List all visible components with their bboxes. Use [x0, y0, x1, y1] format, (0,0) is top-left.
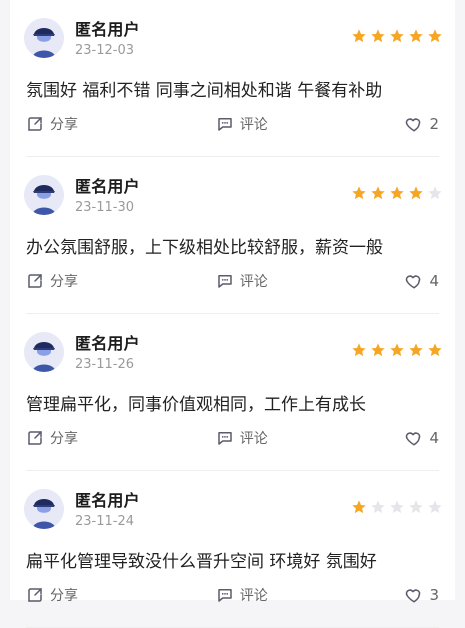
- username: 匿名用户: [75, 491, 140, 510]
- star-empty-icon: [428, 500, 442, 514]
- star-filled-icon: [371, 343, 385, 357]
- review-actions: 分享 评论 4: [26, 269, 439, 293]
- username: 匿名用户: [75, 20, 140, 39]
- review-content: 氛围好 福利不错 同事之间相处和谐 午餐有补助: [26, 81, 383, 101]
- avatar-icon[interactable]: [24, 489, 64, 529]
- review-card: 匿名用户 23-11-24 扁平化管理导致没什么晋升空间 环境好 氛围好 分享: [10, 471, 455, 628]
- star-empty-icon: [428, 186, 442, 200]
- review-date: 23-11-26: [75, 357, 135, 372]
- rating-stars: [351, 499, 443, 515]
- avatar-icon[interactable]: [24, 175, 64, 215]
- share-label: 分享: [50, 117, 78, 133]
- star-filled-icon: [352, 343, 366, 357]
- star-filled-icon: [428, 343, 442, 357]
- heart-icon: [406, 589, 421, 603]
- star-empty-icon: [390, 500, 404, 514]
- comment-label: 评论: [239, 274, 268, 290]
- review-content: 扁平化管理导致没什么晋升空间 环境好 氛围好: [26, 552, 377, 572]
- star-filled-icon: [390, 343, 404, 357]
- star-filled-icon: [371, 29, 385, 43]
- heart-icon: [406, 275, 421, 289]
- star-filled-icon: [371, 186, 385, 200]
- share-button[interactable]: 分享: [26, 114, 78, 134]
- star-empty-icon: [371, 500, 385, 514]
- share-label: 分享: [50, 274, 78, 290]
- star-filled-icon: [409, 29, 423, 43]
- share-icon: [28, 117, 42, 131]
- star-filled-icon: [409, 343, 423, 357]
- heart-icon: [406, 432, 421, 446]
- share-button[interactable]: 分享: [26, 271, 78, 291]
- star-filled-icon: [409, 186, 423, 200]
- like-button[interactable]: 4: [405, 272, 439, 290]
- comment-button[interactable]: 评论: [216, 114, 268, 134]
- comment-label: 评论: [239, 431, 268, 447]
- comment-icon: [217, 432, 232, 445]
- review-card: 匿名用户 23-12-03 氛围好 福利不错 同事之间相处和谐 午餐有补助 分享: [10, 0, 455, 157]
- review-date: 23-12-03: [75, 43, 135, 58]
- comment-icon: [217, 275, 232, 288]
- rating-stars: [351, 28, 443, 44]
- star-filled-icon: [352, 29, 366, 43]
- rating-stars: [351, 342, 443, 358]
- review-actions: 分享 评论 4: [26, 426, 439, 450]
- comment-label: 评论: [239, 117, 268, 133]
- review-card: 匿名用户 23-11-30 办公氛围舒服，上下级相处比较舒服，薪资一般 分享 评…: [10, 157, 455, 314]
- review-actions: 分享 评论 2: [26, 112, 439, 136]
- like-button[interactable]: 4: [405, 429, 439, 447]
- comment-button[interactable]: 评论: [216, 428, 268, 448]
- star-filled-icon: [352, 500, 366, 514]
- like-count: 2: [429, 115, 439, 133]
- share-icon: [28, 431, 42, 445]
- review-content: 办公氛围舒服，上下级相处比较舒服，薪资一般: [26, 238, 383, 258]
- heart-icon: [406, 118, 421, 132]
- share-icon: [28, 274, 42, 288]
- like-count: 4: [429, 429, 439, 447]
- comment-button[interactable]: 评论: [216, 585, 268, 605]
- reviews-list: 匿名用户 23-12-03 氛围好 福利不错 同事之间相处和谐 午餐有补助 分享: [10, 0, 455, 628]
- like-button[interactable]: 3: [405, 586, 439, 604]
- comment-icon: [217, 118, 232, 131]
- avatar-icon[interactable]: [24, 332, 64, 372]
- star-filled-icon: [428, 29, 442, 43]
- review-date: 23-11-24: [75, 514, 135, 529]
- username: 匿名用户: [75, 334, 140, 353]
- share-button[interactable]: 分享: [26, 428, 78, 448]
- star-filled-icon: [390, 29, 404, 43]
- like-count: 4: [429, 272, 439, 290]
- review-date: 23-11-30: [75, 200, 135, 215]
- comment-label: 评论: [239, 588, 268, 604]
- comment-icon: [217, 589, 232, 602]
- share-icon: [28, 588, 42, 602]
- username: 匿名用户: [75, 177, 140, 196]
- like-button[interactable]: 2: [405, 115, 439, 133]
- review-card: 匿名用户 23-11-26 管理扁平化，同事价值观相同，工作上有成长 分享 评论…: [10, 314, 455, 471]
- star-filled-icon: [352, 186, 366, 200]
- star-empty-icon: [409, 500, 423, 514]
- star-filled-icon: [390, 186, 404, 200]
- review-actions: 分享 评论 3: [26, 583, 439, 607]
- like-count: 3: [429, 586, 439, 604]
- avatar-icon[interactable]: [24, 18, 64, 58]
- share-button[interactable]: 分享: [26, 585, 78, 605]
- share-label: 分享: [50, 431, 78, 447]
- comment-button[interactable]: 评论: [216, 271, 268, 291]
- rating-stars: [351, 185, 443, 201]
- review-content: 管理扁平化，同事价值观相同，工作上有成长: [26, 395, 366, 415]
- share-label: 分享: [50, 588, 78, 604]
